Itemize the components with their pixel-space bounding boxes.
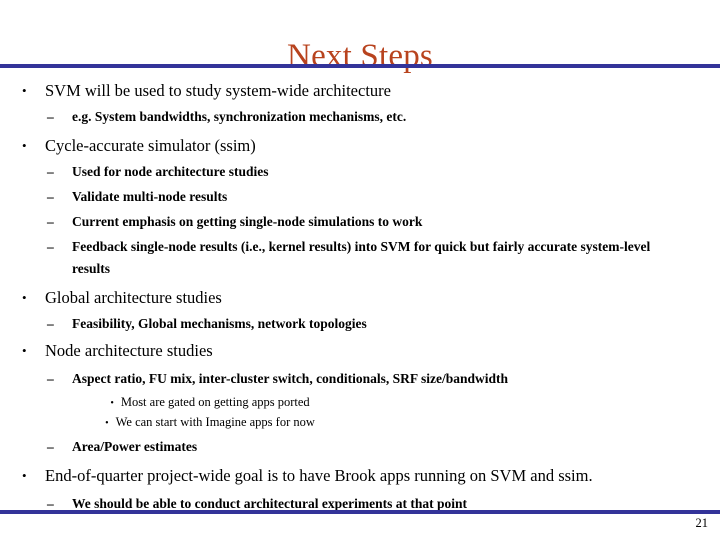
bullet-level1: • End-of-quarter project-wide goal is to… — [0, 463, 720, 488]
footer-divider-bottom — [0, 510, 720, 514]
bullet-text: We should be able to conduct architectur… — [72, 496, 467, 511]
bullet-text: Feedback single-node results (i.e., kern… — [72, 239, 651, 276]
bullet-marker-level2: – — [47, 109, 54, 124]
bullet-text: Current emphasis on getting single-node … — [72, 214, 423, 229]
bullet-marker-level1: • — [22, 290, 27, 305]
bullet-level1: • Node architecture studies — [0, 338, 720, 363]
bullet-marker-level1: • — [22, 138, 27, 153]
bullet-text: Most are gated on getting apps ported — [120, 395, 310, 409]
bullet-level2: – Validate multi-node results — [0, 186, 720, 208]
bullet-marker-level2: – — [47, 439, 54, 454]
page-title: Next Steps — [287, 38, 433, 75]
bullet-level1: • Cycle-accurate simulator (ssim) — [0, 133, 720, 158]
bullet-text: SVM will be used to study system-wide ar… — [45, 81, 391, 100]
bullet-text: e.g. System bandwidths, synchronization … — [72, 109, 407, 124]
bullet-marker-level3: • — [105, 418, 109, 429]
bullet-marker-level2: – — [47, 239, 54, 254]
bullet-text: End-of-quarter project-wide goal is to h… — [45, 466, 593, 485]
slide: Next Steps • SVM will be used to study s… — [0, 0, 720, 540]
bullet-level2: – e.g. System bandwidths, synchronizatio… — [0, 106, 720, 128]
bullet-level3: • We can start with Imagine apps for now — [0, 413, 720, 433]
bullet-text: Global architecture studies — [45, 288, 222, 307]
bullet-text: Aspect ratio, FU mix, inter-cluster swit… — [72, 371, 508, 386]
bullet-level1: • SVM will be used to study system-wide … — [0, 78, 720, 103]
bullet-text: We can start with Imagine apps for now — [115, 415, 315, 429]
bullet-text: Used for node architecture studies — [72, 164, 269, 179]
bullet-marker-level2: – — [47, 189, 54, 204]
bullet-level1: • Global architecture studies — [0, 285, 720, 310]
bullet-marker-level2: – — [47, 214, 54, 229]
bullet-level2: – Area/Power estimates — [0, 436, 720, 458]
bullet-marker-level1: • — [22, 83, 27, 98]
bullet-marker-level3: • — [110, 398, 114, 409]
bullet-marker-level2: – — [47, 164, 54, 179]
bullet-marker-level2: – — [47, 316, 54, 331]
bullet-marker-level2: – — [47, 371, 54, 386]
bullet-level3: • Most are gated on getting apps ported — [0, 393, 720, 413]
bullet-level2: – Current emphasis on getting single-nod… — [0, 211, 720, 233]
bullet-text: Feasibility, Global mechanisms, network … — [72, 316, 367, 331]
bullet-level2: – Used for node architecture studies — [0, 161, 720, 183]
bullet-text: Cycle-accurate simulator (ssim) — [45, 136, 256, 155]
bullet-level2: – Feasibility, Global mechanisms, networ… — [0, 313, 720, 335]
bullet-text: Area/Power estimates — [72, 439, 198, 454]
title-divider-top — [0, 64, 720, 68]
bullet-level2: – Aspect ratio, FU mix, inter-cluster sw… — [0, 368, 720, 390]
bullet-text: Node architecture studies — [45, 341, 213, 360]
page-number: 21 — [695, 516, 709, 530]
bullet-text: Validate multi-node results — [72, 189, 228, 204]
slide-body: • SVM will be used to study system-wide … — [0, 78, 720, 515]
bullet-marker-level1: • — [22, 468, 27, 483]
bullet-marker-level1: • — [22, 343, 27, 358]
bullet-level2: – Feedback single-node results (i.e., ke… — [0, 236, 720, 280]
